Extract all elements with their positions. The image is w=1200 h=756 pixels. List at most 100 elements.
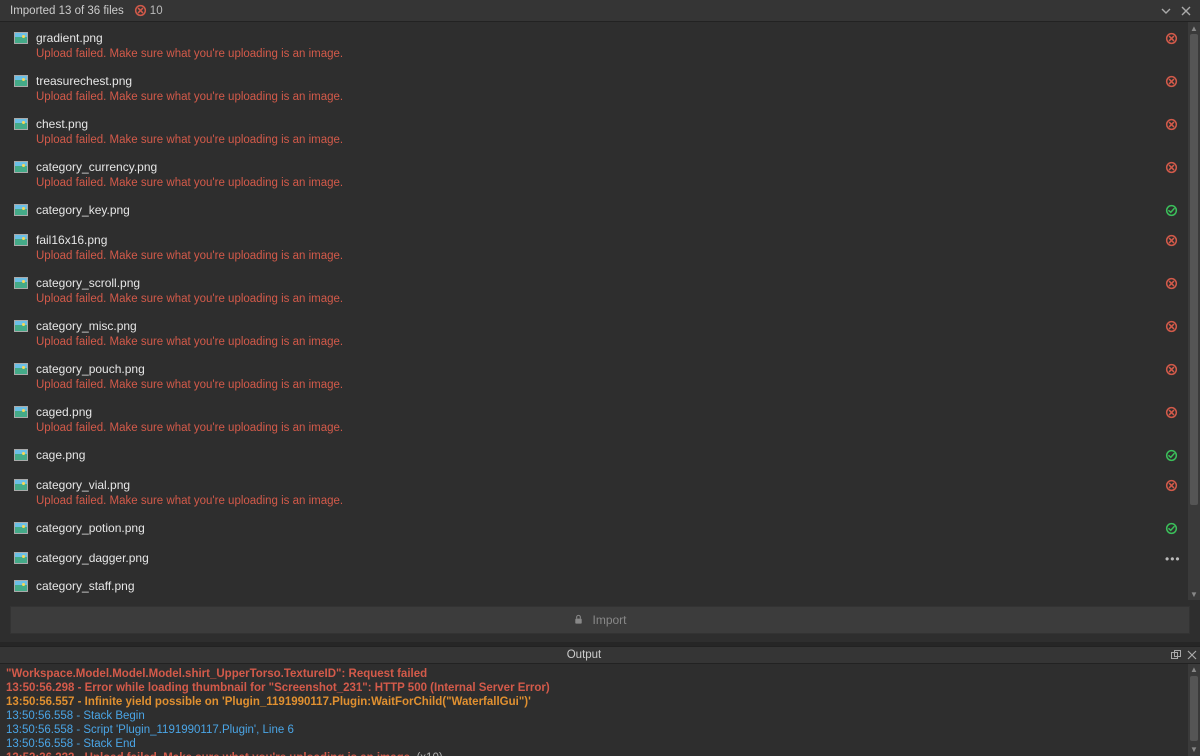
output-body[interactable]: "Workspace.Model.Model.Model.shirt_Upper… [0, 664, 1200, 756]
output-scrollbar[interactable]: ▲ ▼ [1188, 664, 1200, 756]
scroll-thumb[interactable] [1190, 34, 1198, 505]
file-name: category_vial.png [36, 478, 1157, 493]
file-name: category_staff.png [36, 579, 1170, 594]
file-row[interactable]: category_vial.pngUpload failed. Make sur… [0, 474, 1188, 511]
image-file-icon [14, 449, 28, 461]
file-error-message: Upload failed. Make sure what you're upl… [36, 133, 1157, 148]
image-file-icon [14, 479, 28, 491]
file-error-message: Upload failed. Make sure what you're upl… [36, 176, 1157, 191]
file-name: category_potion.png [36, 521, 1157, 536]
error-icon [1165, 75, 1178, 88]
file-status [1165, 449, 1178, 466]
pending-icon: ••• [1165, 553, 1178, 566]
file-row[interactable]: cage.png [0, 444, 1188, 468]
file-name: category_scroll.png [36, 276, 1157, 291]
file-list-panel: gradient.pngUpload failed. Make sure wha… [0, 22, 1200, 600]
file-name: fail16x16.png [36, 233, 1157, 248]
file-error-message: Upload failed. Make sure what you're upl… [36, 47, 1157, 62]
import-button[interactable]: Import [10, 606, 1190, 634]
file-row[interactable]: caged.pngUpload failed. Make sure what y… [0, 401, 1188, 438]
output-line: 13:50:56.558 - Stack End [6, 737, 1188, 751]
output-close-button[interactable] [1184, 647, 1200, 663]
error-icon [1165, 406, 1178, 419]
image-file-icon [14, 161, 28, 173]
output-header: Output [0, 646, 1200, 664]
file-row[interactable]: fail16x16.pngUpload failed. Make sure wh… [0, 229, 1188, 266]
image-file-icon [14, 234, 28, 246]
output-line: 13:50:56.298 - Error while loading thumb… [6, 681, 1188, 695]
output-line: 13:50:56.558 - Stack Begin [6, 709, 1188, 723]
image-file-icon [14, 363, 28, 375]
error-icon [1165, 161, 1178, 174]
error-icon [1165, 234, 1178, 247]
file-row[interactable]: category_key.png [0, 199, 1188, 223]
scroll-track[interactable] [1188, 34, 1200, 588]
titlebar-error-number: 10 [150, 5, 163, 17]
scroll-track[interactable] [1188, 676, 1200, 744]
file-status [1165, 277, 1178, 294]
close-button[interactable] [1176, 1, 1196, 21]
file-list[interactable]: gradient.pngUpload failed. Make sure wha… [0, 22, 1188, 600]
file-row[interactable]: chest.pngUpload failed. Make sure what y… [0, 113, 1188, 150]
file-row[interactable]: treasurechest.pngUpload failed. Make sur… [0, 70, 1188, 107]
file-row[interactable]: category_staff.png [0, 575, 1188, 596]
titlebar-error-count: 10 [134, 4, 163, 17]
file-status [1165, 204, 1178, 221]
file-status [1165, 522, 1178, 539]
import-bar: Import [0, 600, 1200, 642]
file-name: category_key.png [36, 203, 1157, 218]
success-icon [1165, 449, 1178, 462]
import-window: Imported 13 of 36 files 10 gradient.pngU… [0, 0, 1200, 756]
file-status [1165, 32, 1178, 49]
file-status [1165, 75, 1178, 92]
file-row[interactable]: category_scroll.pngUpload failed. Make s… [0, 272, 1188, 309]
file-error-message: Upload failed. Make sure what you're upl… [36, 494, 1157, 509]
file-status [1165, 118, 1178, 135]
output-title: Output [0, 649, 1168, 661]
file-name: category_pouch.png [36, 362, 1157, 377]
collapse-button[interactable] [1156, 1, 1176, 21]
image-file-icon [14, 552, 28, 564]
error-icon [1165, 363, 1178, 376]
file-list-scrollbar[interactable]: ▲ ▼ [1188, 22, 1200, 600]
file-row[interactable]: category_potion.png [0, 517, 1188, 541]
image-file-icon [14, 277, 28, 289]
file-status [1165, 363, 1178, 380]
output-line: 13:52:36.222 - Upload failed. Make sure … [6, 751, 1188, 756]
file-error-message: Upload failed. Make sure what you're upl… [36, 335, 1157, 350]
file-name: gradient.png [36, 31, 1157, 46]
scroll-thumb[interactable] [1190, 676, 1198, 741]
error-icon [134, 4, 147, 17]
scroll-down-arrow-icon[interactable]: ▼ [1188, 744, 1200, 756]
scroll-down-arrow-icon[interactable]: ▼ [1188, 588, 1200, 600]
file-row[interactable]: category_currency.pngUpload failed. Make… [0, 156, 1188, 193]
output-popout-button[interactable] [1168, 647, 1184, 663]
file-error-message: Upload failed. Make sure what you're upl… [36, 292, 1157, 307]
lock-icon [573, 614, 586, 627]
success-icon [1165, 204, 1178, 217]
titlebar-title: Imported 13 of 36 files [10, 5, 124, 17]
file-name: cage.png [36, 448, 1157, 463]
file-name: treasurechest.png [36, 74, 1157, 89]
file-status [1165, 406, 1178, 423]
success-icon [1165, 522, 1178, 535]
error-icon [1165, 277, 1178, 290]
titlebar: Imported 13 of 36 files 10 [0, 0, 1200, 22]
image-file-icon [14, 522, 28, 534]
scroll-up-arrow-icon[interactable]: ▲ [1188, 22, 1200, 34]
error-icon [1165, 320, 1178, 333]
image-file-icon [14, 32, 28, 44]
file-row[interactable]: category_dagger.png••• [0, 547, 1188, 569]
file-name: caged.png [36, 405, 1157, 420]
file-row[interactable]: category_pouch.pngUpload failed. Make su… [0, 358, 1188, 395]
file-name: category_currency.png [36, 160, 1157, 175]
image-file-icon [14, 580, 28, 592]
error-icon [1165, 32, 1178, 45]
file-status [1165, 479, 1178, 496]
file-status [1165, 320, 1178, 337]
image-file-icon [14, 406, 28, 418]
file-name: chest.png [36, 117, 1157, 132]
scroll-up-arrow-icon[interactable]: ▲ [1188, 664, 1200, 676]
file-row[interactable]: gradient.pngUpload failed. Make sure wha… [0, 27, 1188, 64]
file-row[interactable]: category_misc.pngUpload failed. Make sur… [0, 315, 1188, 352]
